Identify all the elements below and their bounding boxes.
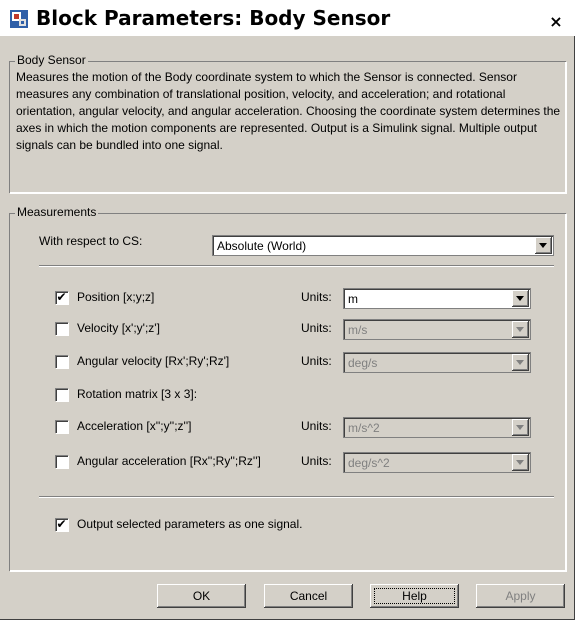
title-bar[interactable]: Block Parameters: Body Sensor ×	[0, 0, 575, 36]
position-units-value: m	[348, 292, 358, 306]
cancel-button[interactable]: Cancel	[264, 584, 353, 608]
angular-velocity-units-label: Units:	[301, 354, 332, 368]
angular-acceleration-units-label: Units:	[301, 454, 332, 468]
ok-button[interactable]: OK	[157, 584, 246, 608]
rotation-matrix-label: Rotation matrix [3 x 3]:	[77, 387, 198, 401]
measurements-legend: Measurements	[15, 205, 99, 219]
simulink-block-icon	[10, 10, 28, 28]
acceleration-units-value: m/s^2	[348, 421, 380, 435]
output-one-signal-label: Output selected parameters as one signal…	[77, 517, 303, 531]
velocity-checkbox[interactable]	[55, 322, 68, 335]
acceleration-units-label: Units:	[301, 419, 332, 433]
description-legend: Body Sensor	[15, 53, 88, 67]
velocity-units-label: Units:	[301, 321, 332, 335]
acceleration-units-dropdown[interactable]: m/s^2	[343, 417, 531, 438]
position-units-dropdown[interactable]: m	[343, 288, 531, 309]
cs-label: With respect to CS:	[39, 234, 143, 248]
acceleration-checkbox[interactable]	[55, 420, 68, 433]
chevron-down-icon[interactable]	[512, 321, 529, 338]
angular-acceleration-label: Angular acceleration [Rx'';Ry'';Rz'']	[77, 454, 261, 468]
help-button[interactable]: Help	[370, 584, 459, 608]
chevron-down-icon[interactable]	[512, 290, 529, 307]
position-units-label: Units:	[301, 290, 332, 304]
apply-button[interactable]: Apply	[476, 584, 565, 608]
dialog-window: Block Parameters: Body Sensor × Body Sen…	[0, 0, 575, 620]
acceleration-label: Acceleration [x'';y'';z'']	[77, 419, 192, 433]
chevron-down-icon[interactable]	[512, 419, 529, 436]
angular-acceleration-checkbox[interactable]	[55, 455, 68, 468]
window-title: Block Parameters: Body Sensor	[36, 6, 391, 30]
angular-velocity-checkbox[interactable]	[55, 355, 68, 368]
description-text: Measures the motion of the Body coordina…	[16, 70, 561, 152]
position-label: Position [x;y;z]	[77, 290, 155, 304]
separator-top	[39, 265, 554, 267]
cs-dropdown[interactable]: Absolute (World)	[212, 235, 554, 256]
check-icon: ✔	[56, 517, 67, 531]
chevron-down-icon[interactable]	[512, 454, 529, 471]
velocity-units-dropdown[interactable]: m/s	[343, 319, 531, 340]
focus-ring	[374, 588, 455, 604]
cs-dropdown-value: Absolute (World)	[217, 239, 307, 253]
output-one-signal-checkbox[interactable]: ✔	[55, 518, 68, 531]
chevron-down-icon[interactable]	[512, 354, 529, 371]
rotation-matrix-checkbox[interactable]	[55, 388, 68, 401]
check-icon: ✔	[56, 290, 67, 304]
angular-acceleration-units-dropdown[interactable]: deg/s^2	[343, 452, 531, 473]
angular-velocity-units-dropdown[interactable]: deg/s	[343, 352, 531, 373]
position-checkbox[interactable]: ✔	[55, 291, 68, 304]
chevron-down-icon[interactable]	[535, 237, 552, 254]
close-icon[interactable]: ×	[545, 12, 567, 32]
angular-velocity-label: Angular velocity [Rx';Ry';Rz']	[77, 354, 230, 368]
velocity-units-value: m/s	[348, 323, 368, 337]
angular-velocity-units-value: deg/s	[348, 356, 378, 370]
separator-bottom	[39, 496, 554, 498]
angular-acceleration-units-value: deg/s^2	[348, 456, 390, 470]
velocity-label: Velocity [x';y';z']	[77, 321, 160, 335]
